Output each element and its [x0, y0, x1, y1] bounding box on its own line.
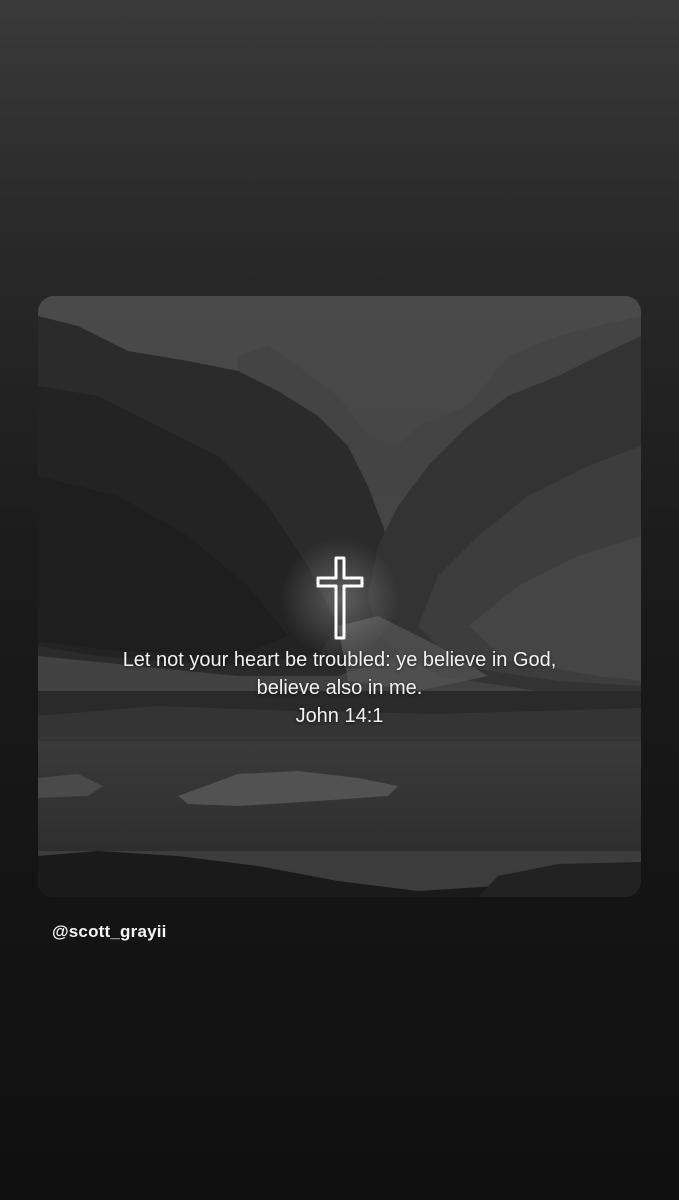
verse-line-1: Let not your heart be troubled: ye belie… — [122, 649, 557, 671]
cross-icon — [316, 556, 364, 640]
bible-verse: Let not your heart be troubled: ye belie… — [38, 646, 641, 730]
mention-username[interactable]: @scott_grayii — [52, 922, 167, 942]
verse-reference: John 14:1 — [295, 705, 384, 727]
verse-line-2: believe also in me. — [256, 677, 423, 699]
story-image-card: Let not your heart be troubled: ye belie… — [38, 296, 641, 897]
